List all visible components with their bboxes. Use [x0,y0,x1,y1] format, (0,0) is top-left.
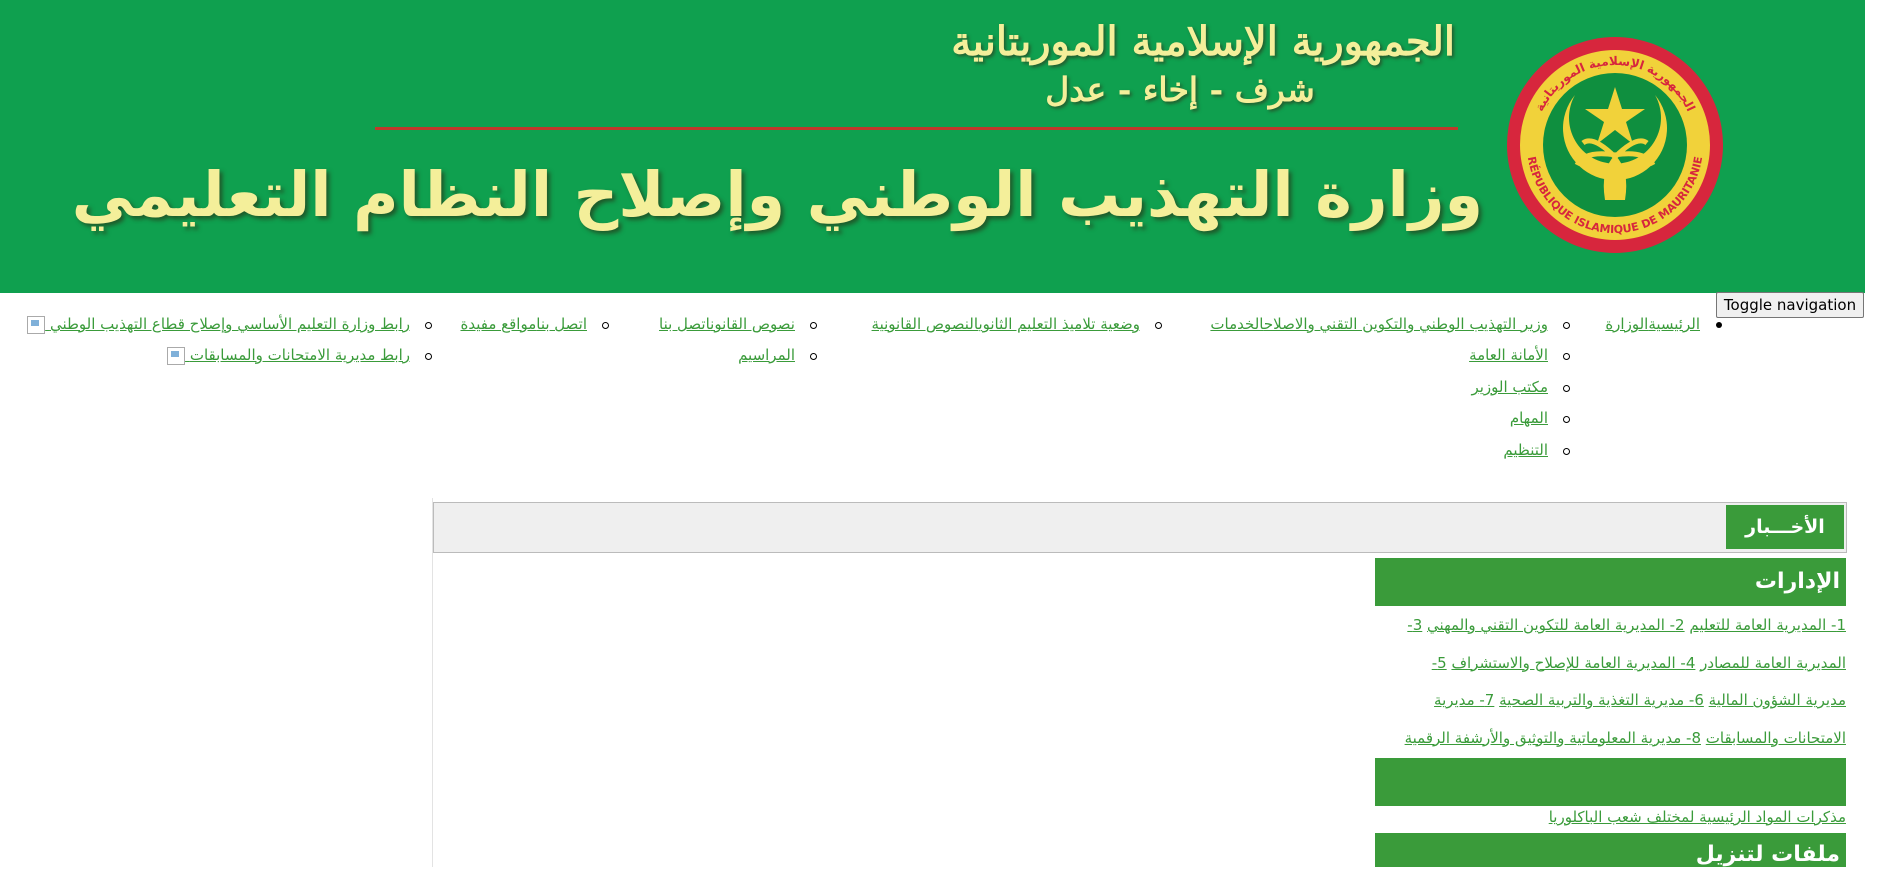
nav-home: الرئيسيةالوزارة [1560,315,1722,335]
content-left-border [432,498,433,867]
site-header-banner: الجمهورية الإسلامية الموريتانية شرف - إخ… [0,0,1865,293]
news-title: الأخـــبار [1726,505,1844,549]
header-divider [375,127,1458,130]
republic-title: الجمهورية الإسلامية الموريتانية [951,18,1455,65]
nav-item-home[interactable]: الرئيسيةالوزارة [1605,315,1722,333]
nav-legal-submenu: نصوص القانوناتصل بنا المراسيم [620,315,817,375]
nav-item-missions[interactable]: المهام [1510,409,1571,427]
nav-item-basic-education-link[interactable]: رابط وزارة التعليم الأساسي وإصلاح قطاع ا… [27,315,432,334]
directorate-link[interactable]: 3- [1407,616,1422,634]
nav-item-decrees[interactable]: المراسيم [738,346,817,364]
news-ticker: الأخـــبار [433,502,1847,553]
directorate-link[interactable]: 2- المديرية العامة للتكوين التقني والمهن… [1427,616,1685,634]
directorates-heading: الإدارات [1375,558,1846,606]
nav-item-minister-office[interactable]: مكتب الوزير [1471,378,1570,396]
empty-section-heading [1375,758,1846,806]
directorates-line: المديرية العامة للمصادر 4- المديرية العا… [1375,645,1846,683]
nav-item-organization[interactable]: التنظيم [1503,441,1570,459]
directorate-link[interactable]: 5- [1432,654,1447,672]
directorates-links: 1- المديرية العامة للتعليم 2- المديرية ا… [1375,607,1846,757]
motto: شرف - إخاء - عدل [1045,70,1315,109]
directorate-link[interactable]: 8- مديرية المعلوماتية والتوثيق والأرشفة … [1405,729,1701,747]
directorate-link[interactable]: الامتحانات والمسابقات [1706,729,1846,747]
directorate-link[interactable]: 4- المديرية العامة للإصلاح والاستشراف [1451,654,1695,672]
directorate-link[interactable]: 6- مديرية التغذية والتربية الصحية [1499,691,1704,709]
nav-useful-submenu: رابط وزارة التعليم الأساسي وإصلاح قطاع ا… [10,315,432,375]
directorate-link[interactable]: 1- المديرية العامة للتعليم [1689,616,1846,634]
downloads-heading: ملفات لتنزيل [1375,833,1846,867]
broken-image-icon [167,346,186,365]
bac-notes-block: مذكرات المواد الرئيسية لمختلف شعب الباكل… [1375,801,1846,833]
nav-item-law-texts[interactable]: نصوص القانوناتصل بنا [659,315,817,333]
nav-ministry-submenu: وزير التهذيب الوطني والتكوين التقني والا… [1150,315,1571,465]
nav-item-minister[interactable]: وزير التهذيب الوطني والتكوين التقني والا… [1210,315,1570,333]
directorate-link[interactable]: مديرية الشؤون المالية [1709,691,1846,709]
broken-image-icon [27,315,46,334]
bac-notes-link[interactable]: مذكرات المواد الرئيسية لمختلف شعب الباكل… [1549,808,1846,826]
directorates-line: 1- المديرية العامة للتعليم 2- المديرية ا… [1375,607,1846,645]
nav-item-contact[interactable]: اتصل بنامواقع مفيدة [460,315,609,333]
nav-item-secondary-status[interactable]: وضعية تلاميذ التعليم الثانويالنصوص القان… [872,315,1163,333]
nav-contact-submenu: اتصل بنامواقع مفيدة [445,315,609,339]
ministry-title: وزارة التهذيب الوطني وإصلاح النظام التعل… [71,158,1483,231]
directorates-line: مديرية الشؤون المالية 6- مديرية التغذية … [1375,682,1846,720]
directorate-link[interactable]: المديرية العامة للمصادر [1700,654,1846,672]
directorate-link[interactable]: 7- مديرية [1434,691,1494,709]
nav-item-exams-link[interactable]: رابط مديرية الامتحانات والمسابقات [167,346,432,365]
toggle-navigation-button[interactable]: Toggle navigation [1716,292,1864,318]
directorates-line: الامتحانات والمسابقات 8- مديرية المعلوما… [1375,720,1846,758]
national-seal-icon: الجمهورية الإسلامية الموريتانية RÉPUBLIQ… [1507,37,1723,253]
nav-secondary: وضعية تلاميذ التعليم الثانويالنصوص القان… [820,315,1163,339]
nav-item-secretariat[interactable]: الأمانة العامة [1469,346,1570,364]
